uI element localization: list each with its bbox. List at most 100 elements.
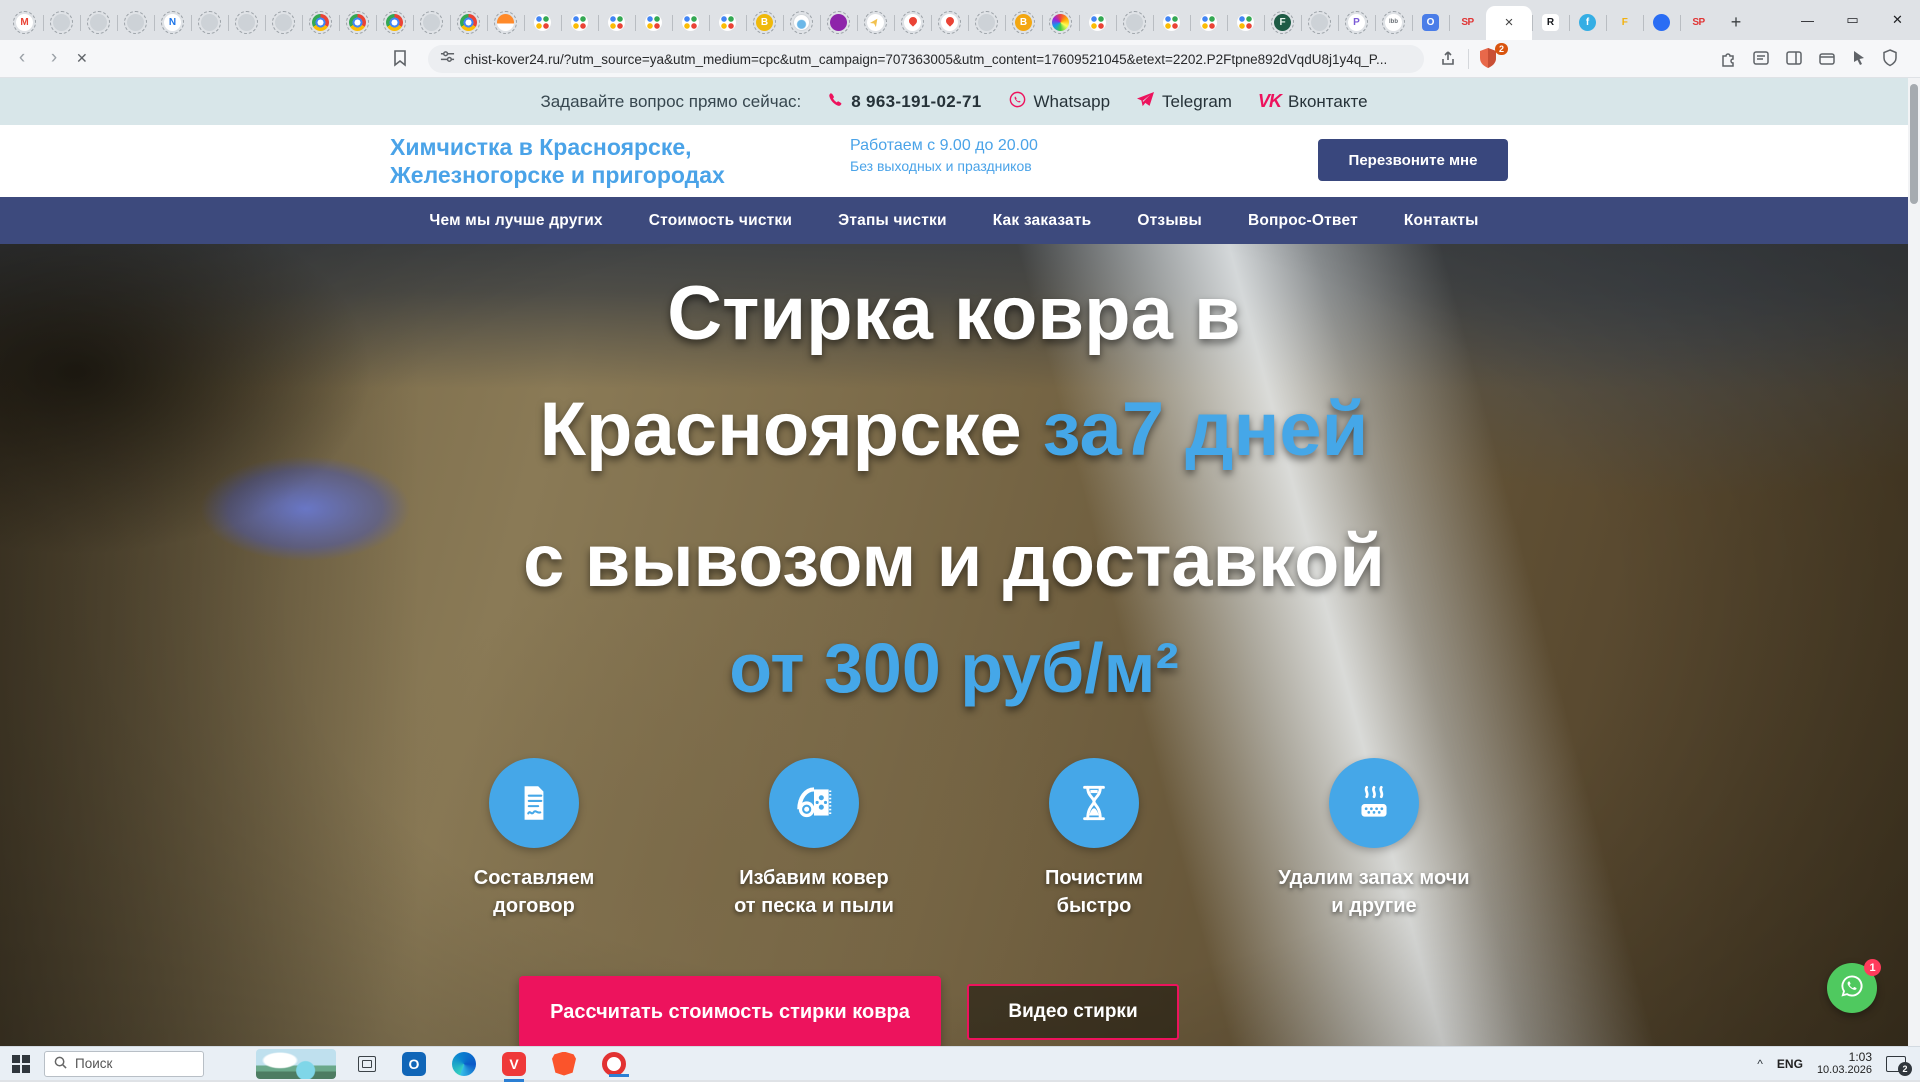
tab[interactable]: f: [1569, 6, 1606, 40]
tab[interactable]: [820, 6, 857, 40]
start-button[interactable]: [12, 1055, 30, 1073]
tab[interactable]: [968, 6, 1005, 40]
tab[interactable]: [1643, 6, 1680, 40]
tab[interactable]: F: [1606, 6, 1643, 40]
tab[interactable]: [1042, 6, 1079, 40]
calculate-cost-button[interactable]: Рассчитать стоимость стирки ковра: [519, 976, 941, 1046]
edge-app-icon[interactable]: [452, 1052, 476, 1076]
bookmark-icon[interactable]: [392, 49, 408, 72]
tab[interactable]: [1227, 6, 1264, 40]
tab[interactable]: [1116, 6, 1153, 40]
opera-app-icon[interactable]: [602, 1052, 626, 1076]
task-view-button[interactable]: [358, 1056, 376, 1072]
tab[interactable]: [561, 6, 598, 40]
nav-item[interactable]: Стоимость чистки: [649, 212, 792, 230]
tab[interactable]: [228, 6, 265, 40]
tab[interactable]: [339, 6, 376, 40]
pointer-icon[interactable]: [1851, 50, 1867, 66]
tab[interactable]: O: [1412, 6, 1449, 40]
tab[interactable]: B: [1005, 6, 1042, 40]
nav-item[interactable]: Как заказать: [993, 212, 1092, 230]
language-indicator[interactable]: ENG: [1777, 1057, 1803, 1071]
tab[interactable]: [598, 6, 635, 40]
tray-chevron-icon[interactable]: ^: [1757, 1057, 1763, 1071]
tab-active[interactable]: ×: [1486, 6, 1532, 40]
vk-link[interactable]: VK Вконтакте: [1258, 91, 1368, 112]
taskbar-clock[interactable]: 1:03 10.03.2026: [1817, 1051, 1872, 1077]
tab[interactable]: [672, 6, 709, 40]
site-settings-icon[interactable]: [440, 49, 455, 69]
callback-button[interactable]: Перезвоните мне: [1318, 139, 1508, 181]
tab[interactable]: [1079, 6, 1116, 40]
tab[interactable]: [450, 6, 487, 40]
tab[interactable]: [524, 6, 561, 40]
tab[interactable]: SP: [1680, 6, 1717, 40]
tab[interactable]: [1190, 6, 1227, 40]
weather-widget[interactable]: [256, 1049, 336, 1079]
tab[interactable]: [191, 6, 228, 40]
brave-app-icon[interactable]: [552, 1052, 576, 1076]
whatsapp-link[interactable]: Whatsapp: [1008, 90, 1111, 114]
new-tab-button[interactable]: +: [1721, 8, 1751, 38]
tab[interactable]: [376, 6, 413, 40]
maximize-button[interactable]: ▭: [1830, 0, 1875, 40]
extensions-icon[interactable]: [1719, 49, 1737, 67]
back-button[interactable]: ‹: [10, 47, 34, 69]
tab[interactable]: [43, 6, 80, 40]
phone-link[interactable]: 8 963-191-02-71: [827, 91, 981, 113]
app-grid-favicon: [571, 14, 588, 31]
tab[interactable]: [709, 6, 746, 40]
forward-button[interactable]: ›: [42, 47, 66, 69]
whatsapp-float-button[interactable]: 1: [1827, 963, 1877, 1013]
privacy-shield-icon[interactable]: [1882, 49, 1898, 67]
tab[interactable]: [80, 6, 117, 40]
vivaldi-app-icon[interactable]: V: [502, 1052, 526, 1076]
telegram-link[interactable]: Telegram: [1136, 91, 1232, 113]
notification-icon[interactable]: 2: [1886, 1056, 1906, 1072]
feature-caption: Составляемдоговор: [474, 864, 595, 920]
scrollbar-thumb[interactable]: [1910, 84, 1918, 204]
adblock-shield-icon[interactable]: 2: [1478, 47, 1502, 71]
share-icon[interactable]: [1440, 49, 1458, 72]
tab[interactable]: N: [154, 6, 191, 40]
tab[interactable]: P: [1338, 6, 1375, 40]
tab[interactable]: [265, 6, 302, 40]
nav-item[interactable]: Отзывы: [1137, 212, 1202, 230]
tab[interactable]: [931, 6, 968, 40]
nav-item[interactable]: Вопрос-Ответ: [1248, 212, 1358, 230]
tab[interactable]: [413, 6, 450, 40]
reading-list-icon[interactable]: [1752, 49, 1770, 67]
tab[interactable]: [302, 6, 339, 40]
tab[interactable]: R: [1532, 6, 1569, 40]
video-button[interactable]: Видео стирки: [967, 984, 1179, 1040]
tab[interactable]: ➤: [857, 6, 894, 40]
tab[interactable]: [1153, 6, 1190, 40]
nav-item[interactable]: Чем мы лучше других: [429, 212, 602, 230]
tab[interactable]: [783, 6, 820, 40]
taskbar-search-input[interactable]: Поиск: [44, 1051, 204, 1077]
site-logo[interactable]: Химчистка в Красноярске, Железногорске и…: [390, 133, 725, 189]
tab-close-icon[interactable]: ×: [1505, 15, 1514, 30]
wallet-icon[interactable]: [1818, 49, 1836, 67]
tab[interactable]: [894, 6, 931, 40]
minimize-button[interactable]: —: [1785, 0, 1830, 40]
stop-button[interactable]: ✕: [76, 50, 88, 67]
tab[interactable]: SP: [1449, 6, 1486, 40]
nav-item[interactable]: Контакты: [1404, 212, 1479, 230]
tab[interactable]: M: [6, 6, 43, 40]
purple-favicon: [830, 14, 847, 31]
tab[interactable]: [635, 6, 672, 40]
address-bar[interactable]: chist-kover24.ru/?utm_source=ya&utm_medi…: [428, 45, 1424, 73]
outlook-app-icon[interactable]: O: [402, 1052, 426, 1076]
tab[interactable]: [1301, 6, 1338, 40]
tab[interactable]: B: [746, 6, 783, 40]
tab[interactable]: [117, 6, 154, 40]
nav-item[interactable]: Этапы чистки: [838, 212, 947, 230]
page-scrollbar[interactable]: [1908, 78, 1920, 1046]
url-text[interactable]: chist-kover24.ru/?utm_source=ya&utm_medi…: [464, 52, 1412, 67]
close-button[interactable]: ✕: [1875, 0, 1920, 40]
sidebar-icon[interactable]: [1785, 49, 1803, 67]
tab[interactable]: lbb: [1375, 6, 1412, 40]
tab[interactable]: [487, 6, 524, 40]
tab[interactable]: F: [1264, 6, 1301, 40]
